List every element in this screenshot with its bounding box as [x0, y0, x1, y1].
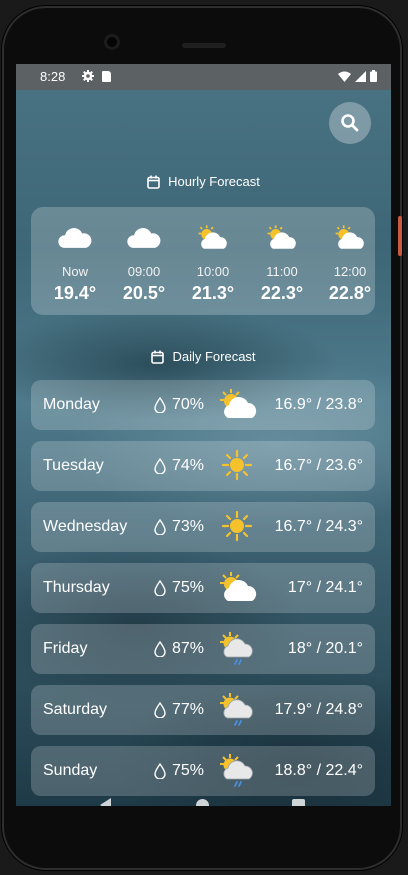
hour-temp: 19.4°: [53, 283, 97, 303]
partly-cloudy-icon: [198, 225, 227, 249]
system-icons: [338, 70, 377, 82]
partly-cloudy-icon: [220, 389, 257, 418]
day-name: Monday: [43, 396, 100, 413]
day-name: Friday: [43, 640, 88, 657]
calendar-icon: [147, 175, 160, 189]
hourly-forecast-card[interactable]: Now 19.4° 09:00 20.5° 10:00 21.3° 11:00 …: [31, 207, 375, 315]
search-icon: [341, 114, 359, 132]
power-button[interactable]: [398, 216, 402, 256]
humidity-value: 70%: [172, 396, 205, 413]
temp-range: 18.8° / 22.4°: [274, 762, 363, 779]
daily-forecast-heading: Daily Forecast: [16, 349, 391, 364]
humidity-drop-icon: [154, 397, 166, 413]
humidity-drop-icon: [154, 641, 166, 657]
humidity-drop-icon: [154, 702, 166, 718]
sun-icon: [221, 449, 253, 481]
gear-icon: [82, 70, 94, 82]
humidity-drop-icon: [154, 519, 166, 535]
rain-icon: [220, 693, 253, 726]
home-icon[interactable]: [196, 799, 209, 806]
partly-cloudy-icon: [267, 225, 296, 249]
temp-range: 16.9° / 23.8°: [274, 396, 363, 413]
hour-temp: 20.5°: [122, 283, 166, 303]
sun-icon: [221, 510, 253, 542]
hour-label: 09:00: [127, 264, 161, 279]
humidity-value: 75%: [172, 762, 205, 779]
daily-row-wednesday[interactable]: Wednesday 73% 16.7° / 24.3°: [31, 502, 375, 552]
daily-row-friday[interactable]: Friday 87% 18° / 20.1°: [31, 624, 375, 674]
front-camera: [104, 34, 120, 50]
back-icon[interactable]: [100, 798, 111, 806]
day-name: Thursday: [43, 579, 110, 596]
hour-label: 10:00: [196, 264, 230, 279]
status-time: 8:28: [40, 69, 66, 84]
cloud-icon: [127, 228, 161, 248]
daily-row-monday[interactable]: Monday 70% 16.9° / 23.8°: [31, 380, 375, 430]
temp-range: 17.9° / 24.8°: [274, 701, 363, 718]
humidity-value: 77%: [172, 701, 205, 718]
daily-row-tuesday[interactable]: Tuesday 74% 16.7° / 23.6°: [31, 441, 375, 491]
humidity-value: 87%: [172, 640, 205, 657]
temp-range: 17° / 24.1°: [287, 579, 363, 596]
humidity-drop-icon: [154, 580, 166, 596]
humidity-value: 75%: [172, 579, 205, 596]
day-name: Sunday: [43, 762, 98, 779]
hourly-forecast-heading: Hourly Forecast: [16, 174, 391, 189]
hour-temp: 22.8°: [328, 283, 372, 303]
humidity-value: 73%: [172, 518, 205, 535]
earpiece: [182, 43, 226, 48]
status-bar: 8:28: [16, 64, 391, 90]
signal-icon: [355, 70, 366, 82]
day-name: Saturday: [43, 701, 108, 718]
cloud-icon: [58, 228, 92, 248]
hour-label: Now: [61, 264, 88, 279]
battery-icon: [370, 70, 377, 82]
calendar-icon: [151, 350, 165, 364]
daily-row-thursday[interactable]: Thursday 75% 17° / 24.1°: [31, 563, 375, 613]
humidity-drop-icon: [154, 763, 166, 779]
temp-range: 18° / 20.1°: [287, 640, 363, 657]
humidity-value: 74%: [172, 457, 205, 474]
screen: 8:28 Hourly Forecast Now 19.4° 09:00 20.…: [16, 64, 391, 806]
temp-range: 16.7° / 24.3°: [274, 518, 363, 535]
navigation-bar: [16, 782, 391, 806]
day-name: Wednesday: [43, 518, 128, 535]
phone-frame: 8:28 Hourly Forecast Now 19.4° 09:00 20.…: [2, 6, 402, 870]
daily-forecast-title: Daily Forecast: [172, 349, 256, 364]
wifi-icon: [338, 71, 351, 82]
temp-range: 16.7° / 23.6°: [274, 457, 363, 474]
recent-apps-icon[interactable]: [292, 799, 305, 806]
sd-card-icon: [102, 71, 111, 82]
search-button[interactable]: [329, 102, 371, 144]
hour-temp: 22.3°: [260, 283, 304, 303]
hour-label: 11:00: [266, 264, 298, 279]
rain-icon: [220, 632, 253, 665]
hour-label: 12:00: [333, 264, 367, 279]
hourly-forecast-title: Hourly Forecast: [168, 174, 260, 189]
hour-temp: 21.3°: [191, 283, 235, 303]
daily-row-saturday[interactable]: Saturday 77% 17.9° / 24.8°: [31, 685, 375, 735]
day-name: Tuesday: [43, 457, 104, 474]
partly-cloudy-icon: [335, 225, 364, 249]
humidity-drop-icon: [154, 458, 166, 474]
partly-cloudy-icon: [220, 572, 257, 601]
